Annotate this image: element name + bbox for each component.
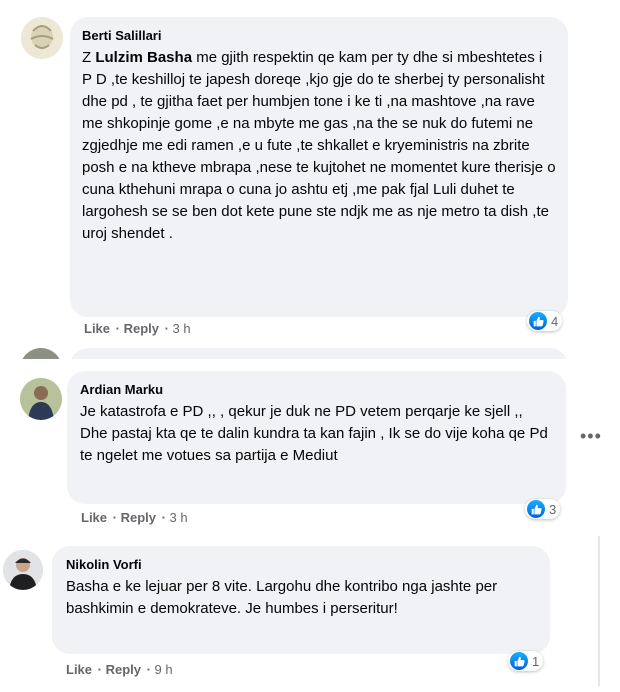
avatar-image — [3, 550, 43, 590]
comment-actions: Like · Reply · 3 h — [81, 510, 188, 525]
like-button[interactable]: Like — [81, 510, 107, 525]
comment-bubble: Ardian Marku Je katastrofa e PD ,, , qek… — [67, 371, 566, 504]
reaction-number: 3 — [549, 501, 557, 517]
avatar-image — [21, 17, 63, 59]
comment-actions: Like · Reply · 9 h — [66, 662, 173, 677]
seam-divider — [0, 530, 620, 536]
reply-button[interactable]: Reply — [124, 321, 159, 336]
comment-bubble: Nikolin Vorfi Basha e ke lejuar per 8 vi… — [52, 546, 550, 654]
timestamp[interactable]: 3 h — [173, 321, 191, 336]
avatar[interactable] — [20, 378, 62, 420]
comment-actions: Like · Reply · 3 h — [84, 321, 191, 336]
like-button[interactable]: Like — [66, 662, 92, 677]
comment-text-prefix: Z — [82, 49, 96, 66]
reaction-count[interactable]: 4 — [527, 311, 563, 331]
comment-text: Je katastrofa e PD ,, , qekur je duk ne … — [80, 403, 548, 464]
seam-fragment — [0, 345, 620, 359]
reply-button[interactable]: Reply — [121, 510, 156, 525]
like-icon — [510, 652, 528, 670]
comment-author[interactable]: Berti Salillari — [82, 28, 556, 43]
comment-author[interactable]: Ardian Marku — [80, 382, 553, 397]
comment-text-body: me gjith respektin qe kam per ty dhe si … — [82, 49, 556, 242]
comment-author[interactable]: Nikolin Vorfi — [66, 557, 537, 572]
timestamp[interactable]: 3 h — [170, 510, 188, 525]
like-icon — [527, 500, 545, 518]
timestamp[interactable]: 9 h — [155, 662, 173, 677]
avatar[interactable] — [3, 550, 43, 590]
mention-link[interactable]: Lulzim Basha — [95, 49, 192, 66]
comment-bubble: Berti Salillari Z Lulzim Basha me gjith … — [70, 17, 568, 317]
like-icon — [529, 312, 547, 330]
like-button[interactable]: Like — [84, 321, 110, 336]
reaction-count[interactable]: 1 — [508, 651, 544, 671]
reaction-number: 1 — [532, 653, 540, 669]
seam-edge — [598, 536, 600, 686]
more-options-icon[interactable]: ••• — [580, 426, 602, 447]
reaction-number: 4 — [551, 313, 559, 329]
comment-text: Basha e ke lejuar per 8 vite. Largohu dh… — [66, 578, 498, 617]
avatar-image — [20, 378, 62, 420]
comment-text: Z Lulzim Basha me gjith respektin qe kam… — [82, 47, 556, 245]
reaction-count[interactable]: 3 — [525, 499, 561, 519]
avatar[interactable] — [21, 17, 63, 59]
reply-button[interactable]: Reply — [106, 662, 141, 677]
